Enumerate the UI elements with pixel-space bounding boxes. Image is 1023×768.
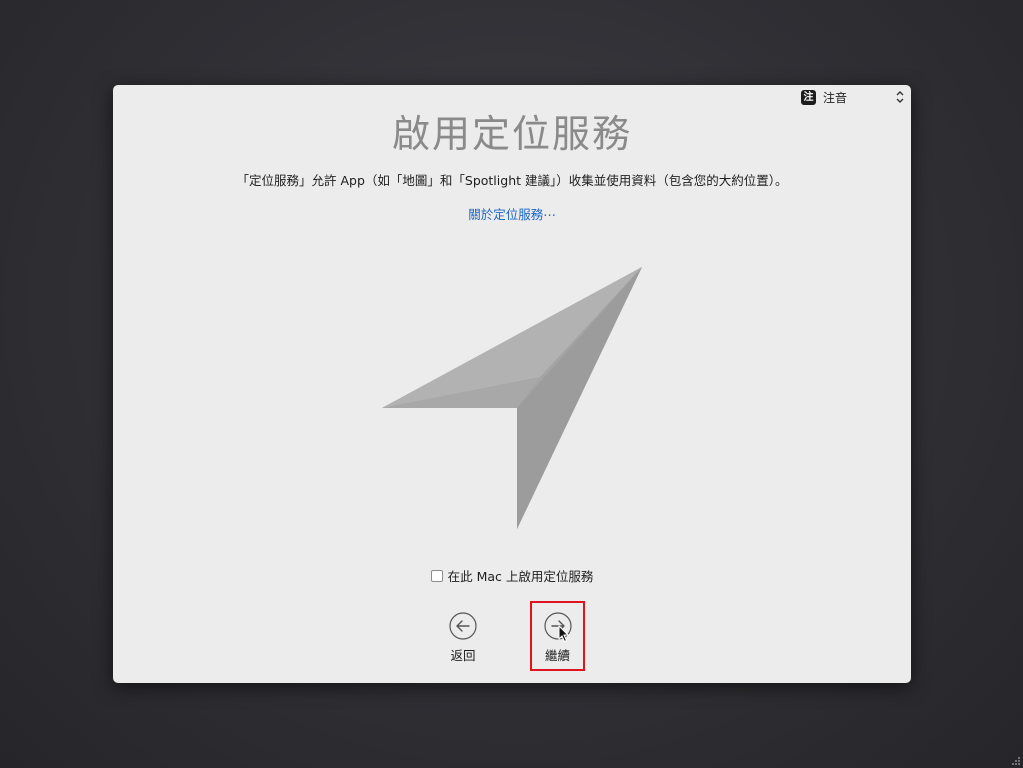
chevron-updown-icon bbox=[896, 91, 904, 103]
enable-location-checkbox-label: 在此 Mac 上啟用定位服務 bbox=[447, 569, 594, 584]
continue-button-label: 繼續 bbox=[544, 648, 570, 663]
back-button-label: 返回 bbox=[450, 648, 476, 663]
enable-location-checkbox[interactable] bbox=[430, 569, 443, 582]
resize-grip-icon bbox=[1012, 757, 1020, 765]
setup-window: 注 注音 啟用定位服務 「定位服務」允許 App（如「地圖」和「Spotligh… bbox=[113, 85, 911, 683]
mouse-cursor-icon bbox=[558, 625, 570, 643]
arrow-left-circle-icon bbox=[449, 612, 477, 640]
page-title: 啟用定位服務 bbox=[391, 112, 632, 156]
page-description: 「定位服務」允許 App（如「地圖」和「Spotlight 建議」）收集並使用資… bbox=[236, 173, 788, 188]
location-arrow-icon bbox=[382, 267, 642, 529]
back-button[interactable]: 返回 bbox=[436, 612, 490, 664]
enable-location-checkbox-row[interactable]: 在此 Mac 上啟用定位服務 bbox=[113, 566, 911, 585]
about-location-services-link[interactable]: 關於定位服務⋯ bbox=[113, 204, 911, 223]
